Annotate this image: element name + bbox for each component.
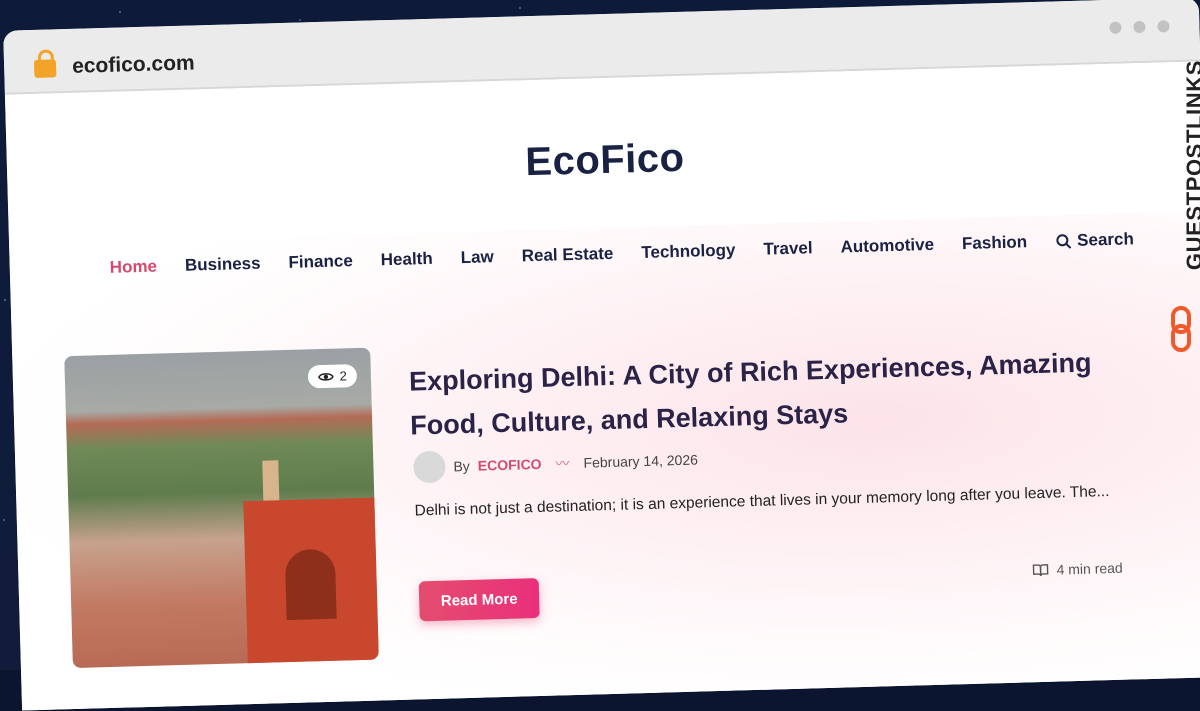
book-icon xyxy=(1032,564,1049,577)
nav-automotive[interactable]: Automotive xyxy=(840,235,934,258)
search-label: Search xyxy=(1076,229,1135,250)
guestpostlinks-watermark: GUESTPOSTLINKS xyxy=(1160,60,1200,360)
nav-home[interactable]: Home xyxy=(110,257,158,278)
read-more-button[interactable]: Read More xyxy=(418,578,540,622)
read-time-label: 4 min read xyxy=(1056,559,1123,578)
nav-travel[interactable]: Travel xyxy=(763,238,813,259)
nav-real-estate[interactable]: Real Estate xyxy=(521,244,613,267)
nav-health[interactable]: Health xyxy=(380,249,433,270)
author-avatar[interactable] xyxy=(413,450,446,484)
nav-fashion[interactable]: Fashion xyxy=(962,232,1028,254)
web-page: EcoFico Home Business Finance Health Law… xyxy=(4,61,1200,711)
link-chain-icon xyxy=(1171,306,1191,352)
nav-finance[interactable]: Finance xyxy=(288,251,353,273)
window-dot-2[interactable] xyxy=(1133,20,1146,34)
window-dot-3[interactable] xyxy=(1157,20,1170,33)
post-thumbnail[interactable]: 2 xyxy=(64,347,379,669)
window-dot-1[interactable] xyxy=(1109,21,1122,34)
views-count: 2 xyxy=(339,368,348,384)
watermark-text: GUESTPOSTLINKS xyxy=(1182,60,1200,271)
browser-window: ecofico.com EcoFico Home Business Financ… xyxy=(3,0,1200,711)
read-time: 4 min read xyxy=(1032,560,1123,579)
search-icon xyxy=(1056,234,1072,249)
lock-icon xyxy=(33,59,57,78)
address-bar[interactable]: ecofico.com xyxy=(72,51,195,78)
site-logo[interactable]: EcoFico xyxy=(7,121,1200,199)
post-date: February 14, 2026 xyxy=(583,451,699,471)
nav-business[interactable]: Business xyxy=(185,254,261,276)
thumbnail-mosque-illustration xyxy=(243,497,379,669)
meta-separator-icon: 〰 xyxy=(555,455,570,472)
eye-icon xyxy=(317,372,334,381)
by-label: By xyxy=(453,457,471,475)
search-button[interactable]: Search xyxy=(1055,229,1134,251)
nav-technology[interactable]: Technology xyxy=(641,240,736,263)
views-badge: 2 xyxy=(307,364,358,389)
author-link[interactable]: ECOFICO xyxy=(478,456,542,474)
window-controls xyxy=(1109,20,1170,34)
nav-law[interactable]: Law xyxy=(460,247,494,268)
